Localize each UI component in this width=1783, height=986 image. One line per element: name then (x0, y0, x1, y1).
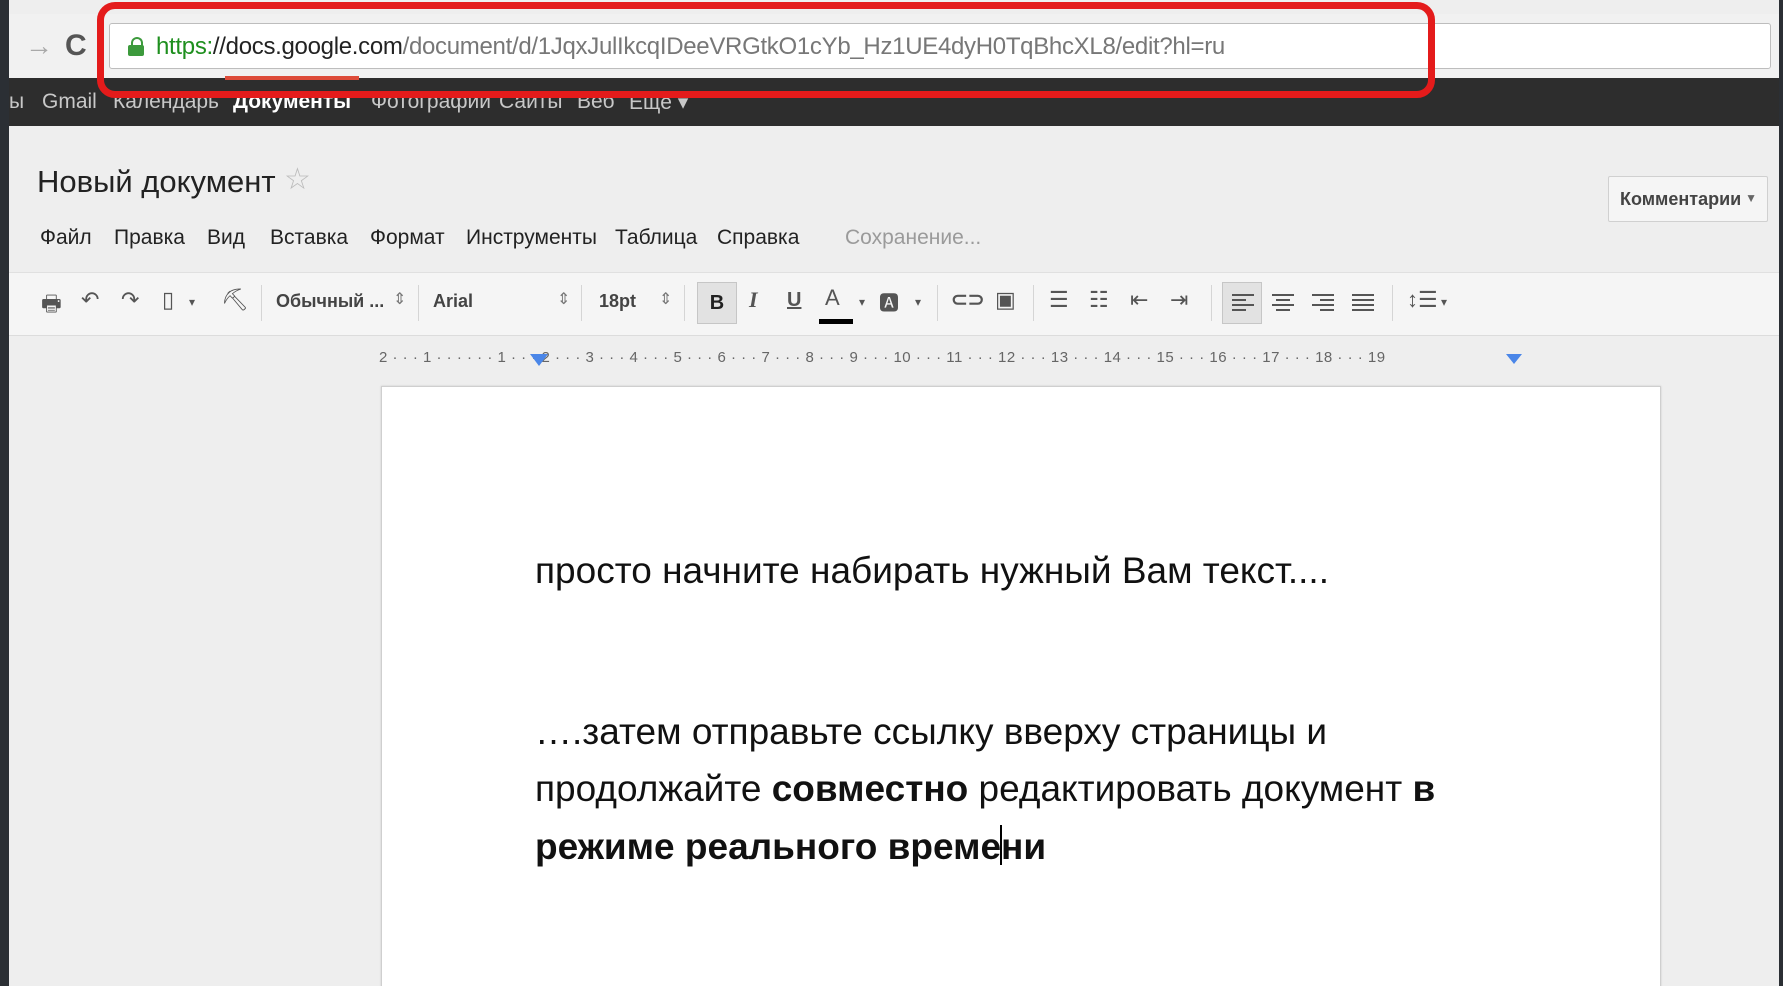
bold-text-run: ни (1001, 826, 1047, 867)
undo-icon[interactable]: ↶ (81, 287, 99, 313)
bold-text-run: совместно (771, 768, 969, 809)
forward-icon[interactable]: → (25, 30, 53, 62)
divider (1033, 285, 1034, 321)
format-toolbar: 🖶 ↶ ↷ ▯ ▾ ⛏ Обычный ... ⇕ Arial ⇕ 18pt ⇕… (9, 272, 1779, 336)
paragraph-2-line-1: ….затем отправьте ссылку вверху страницы… (535, 711, 1328, 752)
menu-help[interactable]: Справка (717, 226, 799, 250)
ruler: 2 · · · 1 · · · · · · 1 · · · 2 · · · 3 … (379, 349, 1386, 366)
menu-insert[interactable]: Вставка (270, 226, 348, 250)
reload-icon[interactable]: C (65, 29, 87, 63)
divider (684, 285, 685, 321)
paragraph-1: просто начните набирать нужный Вам текст… (535, 550, 1329, 591)
divider (937, 285, 938, 321)
style-select[interactable]: Обычный ... (276, 291, 384, 312)
left-indent-marker[interactable] (530, 354, 548, 366)
underline-button[interactable]: U (787, 289, 801, 312)
menu-file[interactable]: Файл (40, 226, 92, 250)
font-select[interactable]: Arial (433, 291, 473, 312)
highlight-color-icon[interactable]: 🅰 (879, 287, 899, 316)
bulleted-list-icon[interactable]: ☷ (1089, 287, 1109, 313)
divider (581, 285, 582, 321)
divider (1211, 285, 1212, 321)
text-color-button[interactable]: A (825, 285, 840, 311)
comments-button[interactable]: Комментарии ▼ (1608, 176, 1768, 222)
link-icon[interactable]: ⊂⊃ (951, 287, 985, 312)
chevron-down-icon[interactable]: ▾ (915, 295, 921, 309)
bold-text-run: в (1412, 768, 1436, 809)
chevron-down-icon[interactable]: ▾ (189, 295, 195, 309)
paint-format-icon[interactable]: ⛏ (221, 287, 249, 313)
chevron-updown-icon: ⇕ (659, 291, 673, 308)
bold-button[interactable]: B (697, 282, 737, 324)
line-spacing-icon[interactable]: ↕☰ (1407, 287, 1438, 313)
chevron-updown-icon: ⇕ (557, 291, 571, 308)
align-left-icon (1232, 294, 1254, 314)
document-title[interactable]: Новый документ (37, 164, 276, 200)
save-status: Сохранение... (845, 226, 982, 249)
comments-label: Комментарии (1620, 189, 1742, 209)
decrease-indent-icon[interactable]: ⇤ (1130, 287, 1148, 313)
gbar-item-gmail[interactable]: Gmail (42, 90, 97, 114)
url-highlight-box (97, 2, 1435, 98)
bold-text-run: режиме реального време (535, 826, 1002, 867)
divider (1392, 285, 1393, 321)
print-icon[interactable]: 🖶 (41, 287, 62, 325)
menu-format[interactable]: Формат (370, 226, 445, 250)
increase-indent-icon[interactable]: ⇥ (1170, 287, 1188, 313)
right-indent-marker[interactable] (1506, 354, 1522, 364)
star-icon[interactable]: ☆ (284, 162, 311, 197)
chevron-down-icon[interactable]: ▾ (1441, 295, 1447, 309)
menu-view[interactable]: Вид (207, 226, 245, 250)
image-icon[interactable]: ▣ (995, 287, 1016, 313)
align-justify-icon[interactable] (1352, 294, 1374, 314)
screenshot-frame: → C https://docs.google.com/document/d/1… (9, 0, 1779, 986)
divider (418, 285, 419, 321)
font-size-select[interactable]: 18pt (599, 291, 636, 312)
paragraph-2-line-2: продолжайте совместно редактировать доку… (535, 760, 1435, 818)
align-center-icon[interactable] (1272, 294, 1294, 314)
chevron-updown-icon: ⇕ (393, 291, 407, 308)
divider (261, 285, 262, 321)
text-color-swatch (819, 319, 853, 324)
align-left-button[interactable] (1222, 282, 1262, 324)
text-run: редактировать документ (968, 768, 1413, 809)
menu-table[interactable]: Таблица (615, 226, 697, 250)
numbered-list-icon[interactable]: ☰ (1049, 287, 1069, 313)
chevron-down-icon: ▼ (1745, 191, 1757, 205)
redo-icon[interactable]: ↷ (121, 287, 139, 313)
menu-tools[interactable]: Инструменты (466, 226, 597, 250)
gbar-item-truncated[interactable]: ы (9, 90, 24, 114)
menu-edit[interactable]: Правка (114, 226, 185, 250)
paragraph-2-line-3: режиме реального времени (535, 818, 1046, 876)
text-run: продолжайте (535, 768, 772, 809)
paste-icon[interactable]: ▯ (162, 287, 174, 313)
document-page[interactable]: просто начните набирать нужный Вам текст… (381, 386, 1661, 986)
italic-button[interactable]: I (749, 287, 758, 313)
align-right-icon[interactable] (1312, 294, 1334, 314)
chevron-down-icon[interactable]: ▾ (859, 295, 865, 309)
